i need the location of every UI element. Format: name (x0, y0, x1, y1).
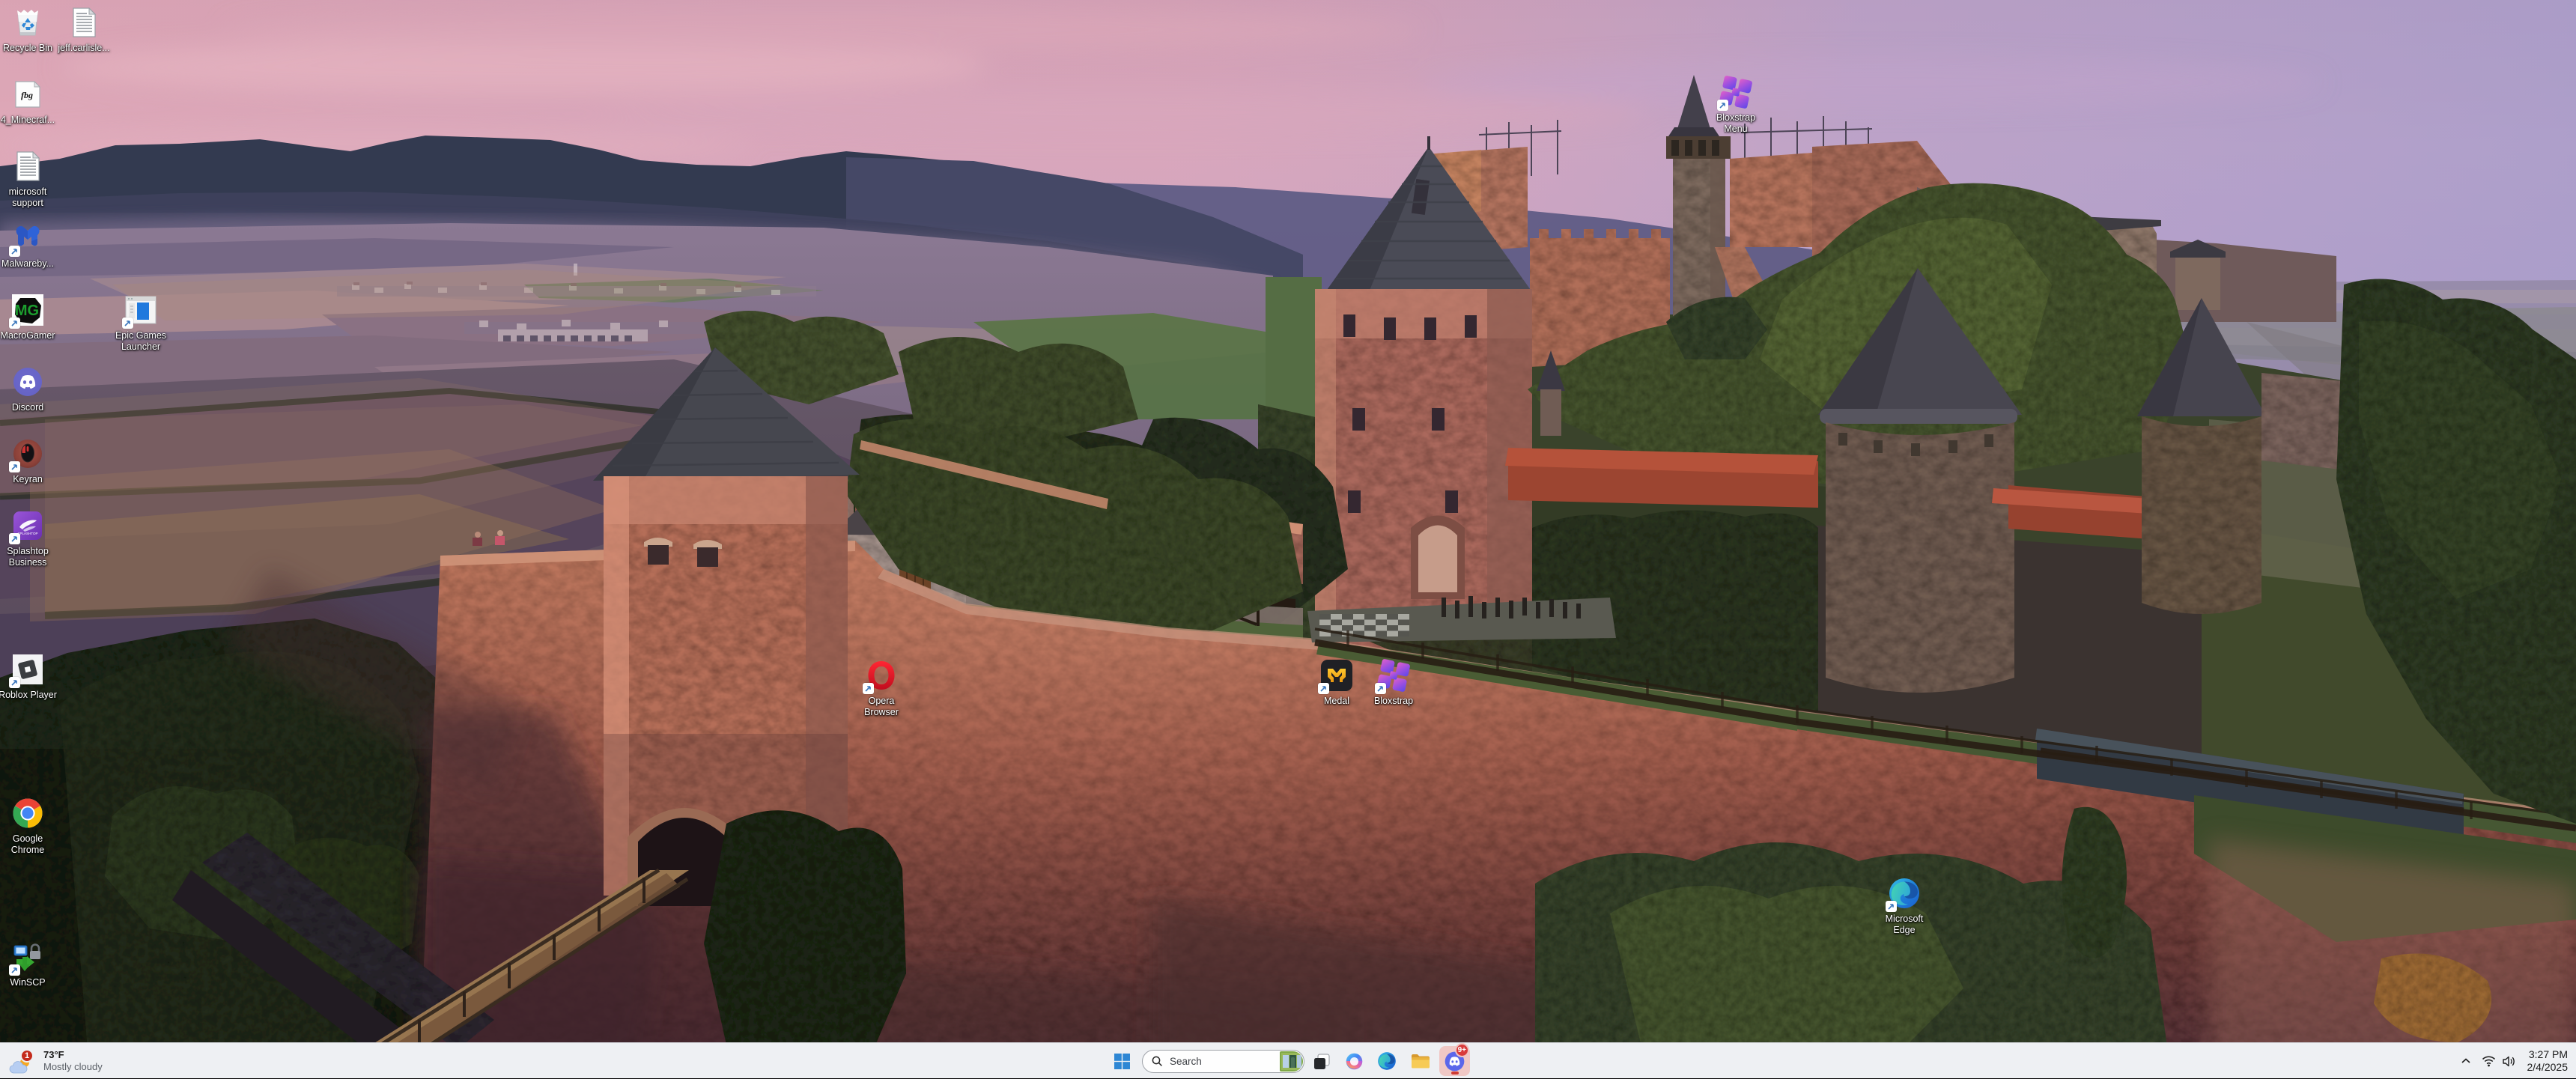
svg-text:MG: MG (15, 303, 39, 319)
svg-text:SPLASHTOP: SPLASHTOP (18, 532, 38, 535)
svg-text:fbg: fbg (21, 90, 33, 100)
